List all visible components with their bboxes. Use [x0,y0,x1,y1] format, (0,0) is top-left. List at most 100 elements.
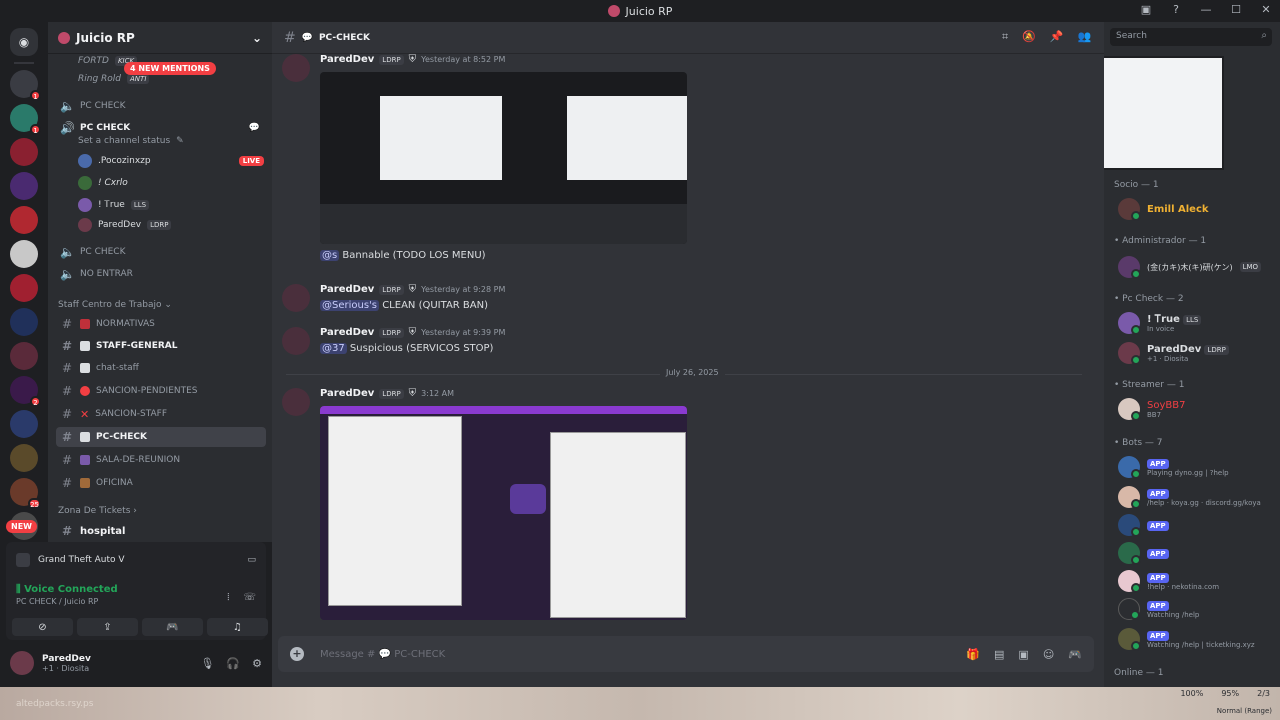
voice-channel-name[interactable]: PC CHECK [16,597,56,606]
new-servers-pill[interactable]: NEW [6,520,37,533]
server-icon[interactable] [10,172,38,200]
message-author[interactable]: ParedDev [320,284,374,295]
emoji-icon[interactable]: ☺ [1043,648,1054,661]
server-icon[interactable] [10,342,38,370]
bot-row[interactable]: APP [1118,512,1278,538]
headphones-icon[interactable]: 🎧 [226,657,240,670]
server-icon[interactable] [10,206,38,234]
plus-icon[interactable]: + [290,647,304,661]
channel-name: SALA-DE-REUNION [96,455,181,465]
role-mention[interactable]: @37 [320,343,347,354]
notifications-off-icon[interactable]: 🔕 [1022,30,1036,44]
member-row[interactable]: Emill Aleck [1118,196,1278,222]
set-channel-status[interactable]: Set a channel status ✎ [78,136,184,146]
image-attachment[interactable] [320,72,687,244]
voice-channel-pc-check-active[interactable]: 🔊 PC CHECK 💬 [56,118,266,138]
text-channel[interactable]: # SANCION-PENDIENTES [56,381,266,401]
activity-panel[interactable]: Grand Theft Auto V ▭ [6,542,266,578]
role-mention[interactable]: @s [320,250,340,261]
voice-user-row[interactable]: ParedDev LDRP [78,216,264,234]
new-mentions-pill[interactable]: 4 NEW MENTIONS [124,62,216,75]
voice-channel-no-entrar[interactable]: 🔈 NO ENTRAR [56,264,266,284]
server-icon[interactable] [10,308,38,336]
bot-row[interactable]: APP !help · nekotina.com [1118,568,1278,594]
avatar[interactable] [282,327,310,355]
bot-row[interactable]: APP Watching /help | ticketking.xyz [1118,626,1278,652]
bot-row[interactable]: APP [1118,540,1278,566]
member-row[interactable]: ! Ꭲrue LLS In voice [1118,310,1278,336]
server-icon[interactable]: 1 [10,70,41,101]
channel-name: SANCION-PENDIENTES [96,386,198,396]
screen-share-icon[interactable]: ▭ [247,555,256,565]
threads-icon[interactable]: ⌗ [1002,30,1008,44]
minimize-button[interactable]: — [1198,3,1214,16]
member-list-icon[interactable]: 👥 [1078,30,1092,44]
gift-icon[interactable]: 🎁 [966,648,980,661]
text-channel[interactable]: # STAFF-GENERAL [56,336,266,356]
avatar[interactable] [10,651,34,675]
server-icon[interactable] [10,410,38,438]
text-channel-active[interactable]: # PC-CHECK [56,427,266,447]
message-author[interactable]: ParedDev [320,54,374,65]
voice-status[interactable]: Voice Connected [24,584,118,595]
category-tickets[interactable]: Zona De Tickets › [58,506,137,516]
watermark: altedpacks.rsy.ps [16,699,94,709]
stream-preview[interactable] [1104,56,1224,170]
activity-icon[interactable]: 🎮 [1068,648,1082,661]
server-header[interactable]: Juicio RP ⌄ [48,22,272,54]
voice-user-row[interactable]: ! Cxrlo [78,174,264,192]
voice-channel-pc-check-2[interactable]: 🔈 PC CHECK [56,242,266,262]
text-channel[interactable]: # ✕ SANCION-STAFF [56,404,266,424]
gif-icon[interactable]: ▤ [994,648,1004,661]
text-channel[interactable]: # SALA-DE-REUNION [56,450,266,470]
avatar[interactable] [282,284,310,312]
member-row[interactable]: SoyBB7 BB7 [1118,396,1278,422]
server-icon[interactable] [10,240,38,268]
gear-icon[interactable]: ⚙ [252,657,262,670]
server-icon[interactable]: 25 [10,478,41,509]
image-attachment[interactable] [320,406,687,620]
maximize-button[interactable]: ☐ [1228,3,1244,16]
voice-server-name[interactable]: Juicio RP [64,597,98,606]
server-icon[interactable] [10,274,38,302]
bot-row[interactable]: APP/help · koya.gg · discord.gg/koya [1118,484,1278,510]
bot-row[interactable]: APP Watching /help [1118,596,1278,622]
role-mention[interactable]: @Serious's [320,300,380,311]
soundboard-button[interactable]: ♫ [207,618,268,636]
member-row[interactable]: (金(カキ)木(キ)研(ケン) LMO [1118,254,1278,280]
category-label: Staff Centro de Trabajo [58,300,162,310]
member-row[interactable]: ParedDev LDRP +1 · Diosita [1118,340,1278,366]
share-screen-button[interactable]: ⇪ [77,618,138,636]
bot-row[interactable]: APP Playing dyno.gg | ?help [1118,454,1278,480]
avatar[interactable] [282,388,310,416]
category-staff[interactable]: Staff Centro de Trabajo ⌄ [58,300,172,310]
discord-home-button[interactable]: ◉ [10,28,38,56]
chat-bubble-icon[interactable]: 💬 [249,123,260,133]
camera-off-button[interactable]: ⊘ [12,618,73,636]
noise-suppression-icon[interactable]: ⦙ [227,592,229,603]
pin-icon[interactable]: 📌 [1050,30,1064,44]
sticker-icon[interactable]: ▣ [1018,648,1028,661]
server-icon[interactable]: 1 [10,104,41,135]
server-icon[interactable]: 2 [10,376,41,407]
voice-user-row[interactable]: .Pocozinxzp LIVE [78,152,264,170]
message-author[interactable]: ParedDev [320,327,374,338]
text-channel[interactable]: # OFICINA [56,473,266,493]
message-author[interactable]: ParedDev [320,388,374,399]
text-channel-hospital[interactable]: # hospital [56,521,266,541]
help-icon[interactable]: ? [1168,3,1184,16]
voice-channel-pc-check[interactable]: 🔈 PC CHECK [56,96,266,116]
server-icon[interactable] [10,444,38,472]
activities-button[interactable]: 🎮 [142,618,203,636]
text-channel[interactable]: # NORMATIVAS [56,314,266,334]
text-channel[interactable]: # chat-staff [56,358,266,378]
server-icon[interactable] [10,138,38,166]
avatar[interactable] [282,54,310,82]
message-composer[interactable]: + Message # 💬 PC-CHECK 🎁 ▤ ▣ ☺ 🎮 [278,636,1094,672]
close-button[interactable]: ✕ [1258,3,1274,16]
inbox-icon[interactable]: ▣ [1138,3,1154,16]
microphone-icon[interactable]: 🎙 [200,657,214,670]
voice-user-row[interactable]: ! Ꭲrue LLS [78,196,264,214]
search-input[interactable]: Search ⌕ [1110,28,1272,46]
disconnect-icon[interactable]: ☏ [243,592,256,603]
